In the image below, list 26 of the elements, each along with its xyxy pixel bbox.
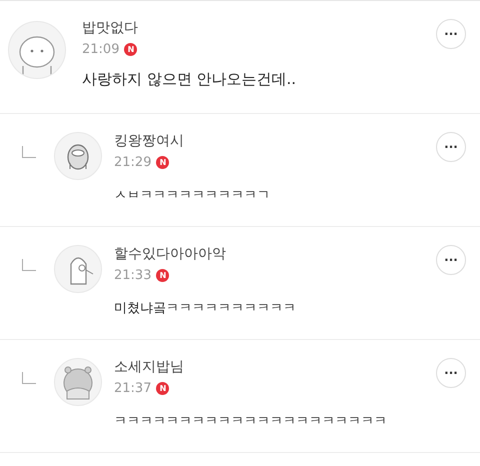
author-name[interactable]: 밥맛없다 (82, 19, 436, 37)
avatar-icon (54, 245, 102, 293)
author-name[interactable]: 킹왕짱여시 (114, 132, 436, 150)
new-badge: N (156, 156, 170, 169)
reply-icon (22, 146, 36, 158)
new-badge: N (156, 382, 170, 395)
comment-time: 21:37 (114, 381, 152, 396)
more-button[interactable]: ··· (436, 358, 466, 388)
comment-time: 21:33 (114, 268, 152, 283)
comment-time: 21:09 (82, 42, 120, 57)
comment-text: 미쳤냐곸ㅋㅋㅋㅋㅋㅋㅋㅋㅋㅋ (114, 300, 297, 317)
avatar-icon (54, 132, 102, 180)
comment-time: 21:29 (114, 155, 152, 170)
reply-icon (22, 372, 36, 384)
comment-text: 사랑하지 않으면 안나오는건데.. (82, 70, 298, 89)
more-button[interactable]: ··· (436, 245, 466, 275)
comment-text: ㅅㅂㅋㅋㅋㅋㅋㅋㅋㅋㅋㄱ (114, 187, 271, 204)
comment-text: ㅋㅋㅋㅋㅋㅋㅋㅋㅋㅋㅋㅋㅋㅋㅋㅋㅋㅋㅋㅋㅋ (114, 413, 388, 430)
author-name[interactable]: 소세지밥님 (114, 358, 436, 376)
new-badge: N (124, 43, 138, 56)
more-button[interactable]: ··· (436, 19, 466, 49)
new-badge: N (156, 269, 170, 282)
more-button[interactable]: ··· (436, 132, 466, 162)
author-name[interactable]: 할수있다아아아악 (114, 245, 436, 263)
avatar-icon (54, 358, 102, 406)
reply-icon (22, 259, 36, 271)
